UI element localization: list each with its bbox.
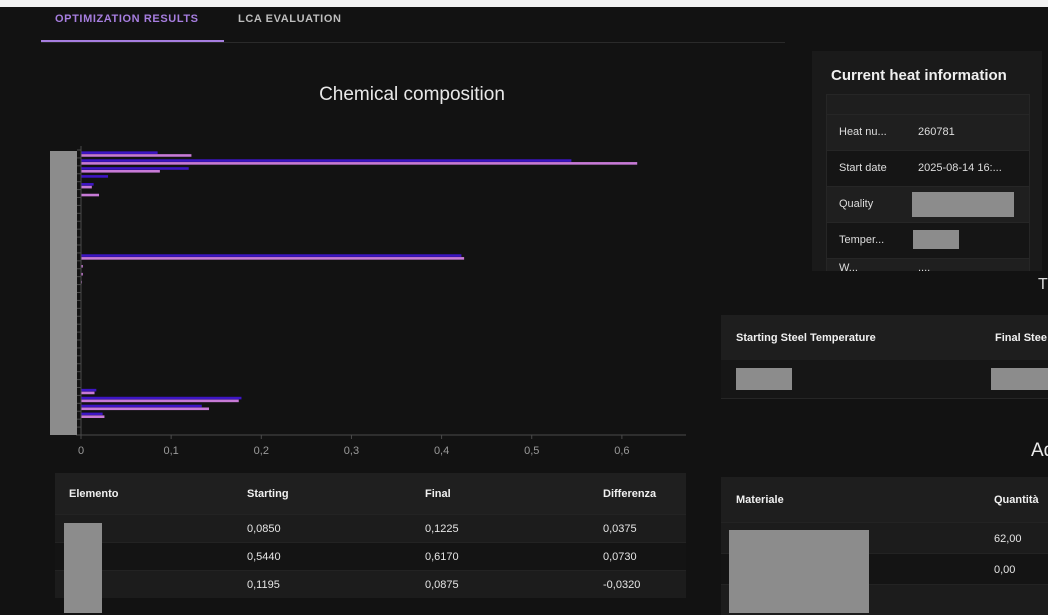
heat-info-table: Heat nu... 260781 Start date 2025-08-14 … — [826, 94, 1030, 271]
bar-series-2 — [81, 193, 100, 197]
table-row: 0,5440 0,6170 0,0730 — [55, 542, 686, 571]
bar-series-2 — [81, 185, 92, 189]
temperature-table: Starting Steel Temperature Final Stee — [721, 315, 1048, 399]
bar-series-1 — [81, 183, 94, 186]
heat-value: 260781 — [918, 126, 955, 138]
heat-label: W... — [839, 262, 858, 271]
diff-cell: 0,0730 — [589, 542, 686, 571]
bar-series-2 — [81, 169, 160, 173]
current-heat-card: Current heat information Heat nu... 2607… — [812, 51, 1042, 271]
x-tick-label: 0,5 — [524, 445, 539, 457]
col-final: Final — [411, 473, 589, 515]
col-elemento: Elemento — [55, 473, 233, 515]
x-tick-label: 0,3 — [344, 445, 359, 457]
chart-title: Chemical composition — [319, 84, 505, 105]
active-tab-indicator — [41, 40, 224, 42]
starting-cell: 0,5440 — [233, 542, 411, 571]
final-cell: 0,6170 — [411, 542, 589, 571]
starting-cell: 0,0850 — [233, 514, 411, 543]
bar-series-2 — [81, 257, 465, 260]
redacted-quality-value — [912, 192, 1014, 217]
heat-label: Heat nu... — [839, 126, 887, 138]
bar-series-2 — [81, 154, 192, 157]
temperature-table-header: Starting Steel Temperature Final Stee — [721, 315, 1048, 360]
bar-series-1 — [81, 412, 103, 416]
bar-series-1 — [81, 388, 97, 392]
composition-table: Elemento Starting Final Differenza 0,085… — [55, 473, 686, 598]
heat-label: Start date — [839, 162, 887, 174]
chemical-composition-chart: 0 0,1 0,2 0,3 0,4 0,5 0,6 — [76, 146, 686, 457]
redacted-material-names — [729, 530, 869, 613]
heat-row-start-date: Start date 2025-08-14 16:... — [827, 150, 1029, 186]
quantity-cell: 0,00 — [994, 564, 1016, 576]
col-starting: Starting — [233, 473, 411, 515]
bar-series-1 — [81, 175, 109, 178]
materials-table-header: Materiale Quantità — [721, 477, 1048, 522]
bar-series-2 — [81, 399, 239, 403]
final-cell: 0,1225 — [411, 514, 589, 543]
heat-table-header — [827, 95, 1029, 114]
starting-cell: 0,1195 — [233, 570, 411, 598]
bar-series-1 — [81, 151, 158, 154]
x-tick-label: 0,2 — [254, 445, 269, 457]
bar-series-1 — [81, 396, 242, 400]
quantity-cell: 62,00 — [994, 533, 1022, 545]
col-differenza: Differenza — [589, 473, 686, 515]
heat-label: Quality — [839, 198, 874, 210]
redacted-final-temperature — [991, 368, 1048, 390]
heat-label: Temper... — [839, 234, 885, 246]
final-cell: 0,0875 — [411, 570, 589, 598]
tab-lca-evaluation[interactable]: LCA EVALUATION — [238, 13, 342, 25]
bar-series-1 — [81, 159, 572, 162]
col-starting-temperature: Starting Steel Temperature — [736, 332, 876, 344]
redacted-temperature-value — [913, 230, 959, 249]
bar-series-2 — [81, 407, 210, 411]
x-tick-label: 0,6 — [614, 445, 629, 457]
heat-row-temperature: Temper... — [827, 222, 1029, 258]
heat-value: 2025-08-14 16:... — [918, 162, 1002, 174]
x-tick-label: 0,1 — [163, 445, 178, 457]
heat-value: .... — [918, 262, 931, 271]
heat-row-number: Heat nu... 260781 — [827, 114, 1029, 150]
col-quantita: Quantità — [994, 494, 1039, 506]
heat-card-title: Current heat information — [831, 67, 1007, 84]
bar-series-2 — [81, 391, 95, 395]
bar-series-1 — [81, 404, 202, 408]
bar-series-1 — [81, 167, 189, 170]
bar-series-2 — [81, 415, 105, 419]
redacted-element-names — [64, 523, 102, 613]
diff-cell: -0,0320 — [589, 570, 686, 598]
section-heading-partial: Ad — [1031, 440, 1048, 461]
redacted-category-labels — [50, 151, 77, 435]
x-tick-label: 0 — [78, 445, 84, 457]
section-heading-partial: T — [1038, 276, 1048, 293]
col-final-temperature: Final Stee — [995, 332, 1047, 344]
col-materiale: Materiale — [736, 494, 784, 506]
window-top-edge — [0, 0, 1048, 7]
bar-series-2 — [81, 162, 638, 165]
table-row: 0,0850 0,1225 0,0375 — [55, 514, 686, 543]
heat-row-quality: Quality — [827, 186, 1029, 222]
heat-row-partial: W... .... — [827, 258, 1029, 271]
x-tick-label: 0,4 — [434, 445, 449, 457]
bar-series-1 — [81, 254, 462, 257]
redacted-starting-temperature — [736, 368, 792, 390]
tab-optimization-results[interactable]: OPTIMIZATION RESULTS — [55, 13, 199, 25]
diff-cell: 0,0375 — [589, 514, 686, 543]
results-tabs: OPTIMIZATION RESULTS LCA EVALUATION — [41, 8, 785, 43]
table-row: 0,1195 0,0875 -0,0320 — [55, 570, 686, 598]
